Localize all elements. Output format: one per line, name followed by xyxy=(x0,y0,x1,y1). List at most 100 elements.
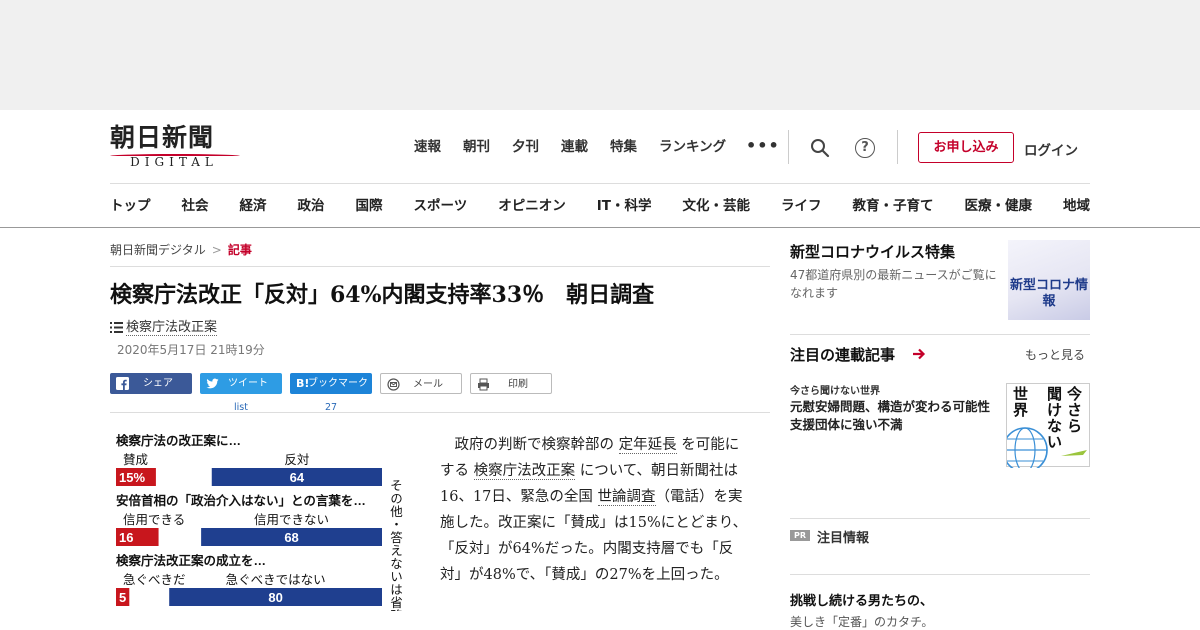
cat-life[interactable]: ライフ xyxy=(781,197,822,215)
article-tag[interactable]: 検察庁法改正案 xyxy=(110,316,218,336)
poll-right-label: 急ぐべきではない xyxy=(226,572,326,587)
poll-right-value: 68 xyxy=(284,530,298,545)
corona-feature-thumbnail[interactable]: 新型コロナ情報 xyxy=(1008,240,1090,320)
promo-headline[interactable]: 挑戦し続ける男たちの、 xyxy=(790,590,933,609)
category-nav: トップ 社会 経済 政治 国際 スポーツ オピニオン IT・科学 文化・芸能 ラ… xyxy=(110,197,1090,215)
nav-choukan[interactable]: 朝刊 xyxy=(463,138,490,156)
top-nav: 速報 朝刊 夕刊 連載 特集 ランキング xyxy=(414,138,748,156)
hatena-bookmark-label: ブックマーク xyxy=(308,378,368,389)
series-section-title: 注目の連載記事 xyxy=(790,346,896,364)
breadcrumb-separator: > xyxy=(211,243,222,257)
list-icon xyxy=(110,322,123,333)
facebook-share-label: シェア xyxy=(143,378,173,389)
cat-politics[interactable]: 政治 xyxy=(298,197,325,215)
mail-share-button[interactable]: メール xyxy=(380,373,462,394)
print-button[interactable]: 印刷 xyxy=(470,373,552,394)
poll-right-value: 80 xyxy=(268,590,282,605)
poll-left-label: 急ぐべきだ xyxy=(123,572,186,587)
article-title: 検察庁法改正「反対」64%内閣支持率33％ 朝日調査 xyxy=(110,282,655,308)
link-teinen-encho[interactable]: 定年延長 xyxy=(618,437,677,454)
print-label: 印刷 xyxy=(508,379,528,390)
twitter-count[interactable]: list xyxy=(200,397,282,418)
series-thumb-text-c: 世界 xyxy=(1013,385,1029,419)
poll-question: 検察庁法改正案の成立を… xyxy=(116,553,266,568)
cat-it-science[interactable]: IT・科学 xyxy=(597,197,652,215)
hatena-bookmark-button[interactable]: B! ブックマーク 27 xyxy=(290,373,372,413)
share-bar: シェア ツイート list B! ブックマーク 27 メール 印刷 xyxy=(110,373,560,413)
divider xyxy=(790,334,1090,335)
series-thumb-text-b: 聞けない xyxy=(1047,385,1063,451)
link-yoron-chosa[interactable]: 世論調査 xyxy=(597,489,656,506)
corona-feature-title[interactable]: 新型コロナウイルス特集 xyxy=(790,241,955,262)
cat-international[interactable]: 国際 xyxy=(356,197,383,215)
poll-left-value: 15% xyxy=(119,470,145,485)
cat-local[interactable]: 地域 xyxy=(1063,197,1090,215)
twitter-share-button[interactable]: ツイート list xyxy=(200,373,282,413)
cat-top[interactable]: トップ xyxy=(110,197,151,215)
corona-feature-desc: 47都道府県別の最新ニュースがご覧になれます xyxy=(790,268,997,300)
poll-chart: 検察庁法の改正案に… 賛成 反対 15% 64 安倍首相の「政治介入はない」との言葉を… 信… xyxy=(116,433,402,611)
series-thumbnail[interactable]: 今さら 聞けない 世界 xyxy=(1006,383,1090,468)
twitter-share-label: ツイート xyxy=(228,378,268,389)
nav-rensai[interactable]: 連載 xyxy=(561,138,588,156)
divider xyxy=(790,574,1090,575)
series-more-link[interactable]: もっと見る xyxy=(1025,346,1085,363)
facebook-share-button[interactable]: シェア xyxy=(110,373,192,394)
poll-right-label: 信用できない xyxy=(254,513,329,527)
nav-tokushu[interactable]: 特集 xyxy=(610,138,637,156)
hatena-count[interactable]: 27 xyxy=(290,397,372,418)
article-body: 政府の判断で検察幹部の 定年延長 を可能にする 検察庁法改正案 について、朝日新… xyxy=(440,432,750,588)
cat-culture[interactable]: 文化・芸能 xyxy=(682,197,750,215)
poll-left-label: 賛成 xyxy=(123,453,148,467)
divider xyxy=(790,518,1090,519)
corona-thumb-caption: 新型コロナ情報 xyxy=(1009,278,1088,309)
login-link[interactable]: ログイン xyxy=(1024,139,1078,159)
poll-left-value: 16 xyxy=(119,530,133,545)
link-kensatsucho-kaisei[interactable]: 検察庁法改正案 xyxy=(473,463,576,480)
breadcrumb: 朝日新聞デジタル > 記事 xyxy=(110,241,252,258)
header-divider-line xyxy=(110,183,1090,184)
pr-badge: PR xyxy=(790,530,810,541)
pr-label: 注目情報 xyxy=(817,531,870,546)
header-divider xyxy=(788,130,789,164)
search-icon[interactable] xyxy=(810,138,830,158)
ad-banner-area xyxy=(0,0,1200,110)
body-text-1: 政府の判断で検察幹部の xyxy=(440,437,614,453)
cat-society[interactable]: 社会 xyxy=(182,197,209,215)
help-icon[interactable]: ? xyxy=(855,138,875,158)
series-headline[interactable]: 元慰安婦問題、構造が変わる可能性 支援団体に強い不満 xyxy=(790,398,1003,434)
poll-left-value: 5 xyxy=(119,590,126,605)
cat-education[interactable]: 教育・子育て xyxy=(852,197,933,215)
divider xyxy=(110,412,770,413)
cat-economy[interactable]: 経済 xyxy=(240,197,267,215)
divider xyxy=(110,266,770,267)
poll-question: 安倍首相の「政治介入はない」との言葉を… xyxy=(116,493,366,508)
logo-japanese: 朝日新聞 xyxy=(110,123,215,152)
poll-right-value: 64 xyxy=(290,470,305,485)
logo-english: DIGITAL xyxy=(130,155,218,169)
poll-side-note: その他・答えないは省略 xyxy=(388,479,402,611)
promo-subline[interactable]: 美しき「定番」のカタチ。 xyxy=(790,613,933,630)
site-header: 朝日新聞 DIGITAL 速報 朝刊 夕刊 連載 特集 ランキング ••• ? … xyxy=(0,110,1200,228)
cat-opinion[interactable]: オピニオン xyxy=(498,197,566,215)
arrow-right-icon xyxy=(913,348,926,360)
poll-right-label: 反対 xyxy=(284,453,309,467)
breadcrumb-home[interactable]: 朝日新聞デジタル xyxy=(110,243,206,257)
article-tag-label: 検察庁法改正案 xyxy=(126,320,218,336)
article-date: 2020年5月17日 21時19分 xyxy=(117,343,265,357)
mail-share-label: メール xyxy=(413,379,443,390)
nav-yuukan[interactable]: 夕刊 xyxy=(512,138,539,156)
nav-sokuho[interactable]: 速報 xyxy=(414,138,441,156)
site-logo[interactable]: 朝日新聞 DIGITAL xyxy=(110,124,245,170)
poll-question: 検察庁法の改正案に… xyxy=(116,433,241,448)
subscribe-button[interactable]: お申し込み xyxy=(918,132,1014,163)
nav-ranking[interactable]: ランキング xyxy=(659,138,726,156)
more-menu-icon[interactable]: ••• xyxy=(746,136,780,155)
cat-sports[interactable]: スポーツ xyxy=(414,197,468,215)
breadcrumb-current: 記事 xyxy=(227,243,252,257)
series-thumb-text-a: 今さら xyxy=(1067,385,1083,435)
header-divider xyxy=(897,130,898,164)
poll-left-label: 信用できる xyxy=(123,513,185,527)
series-label: 今さら聞けない世界 xyxy=(790,386,880,397)
cat-health[interactable]: 医療・健康 xyxy=(964,197,1032,215)
